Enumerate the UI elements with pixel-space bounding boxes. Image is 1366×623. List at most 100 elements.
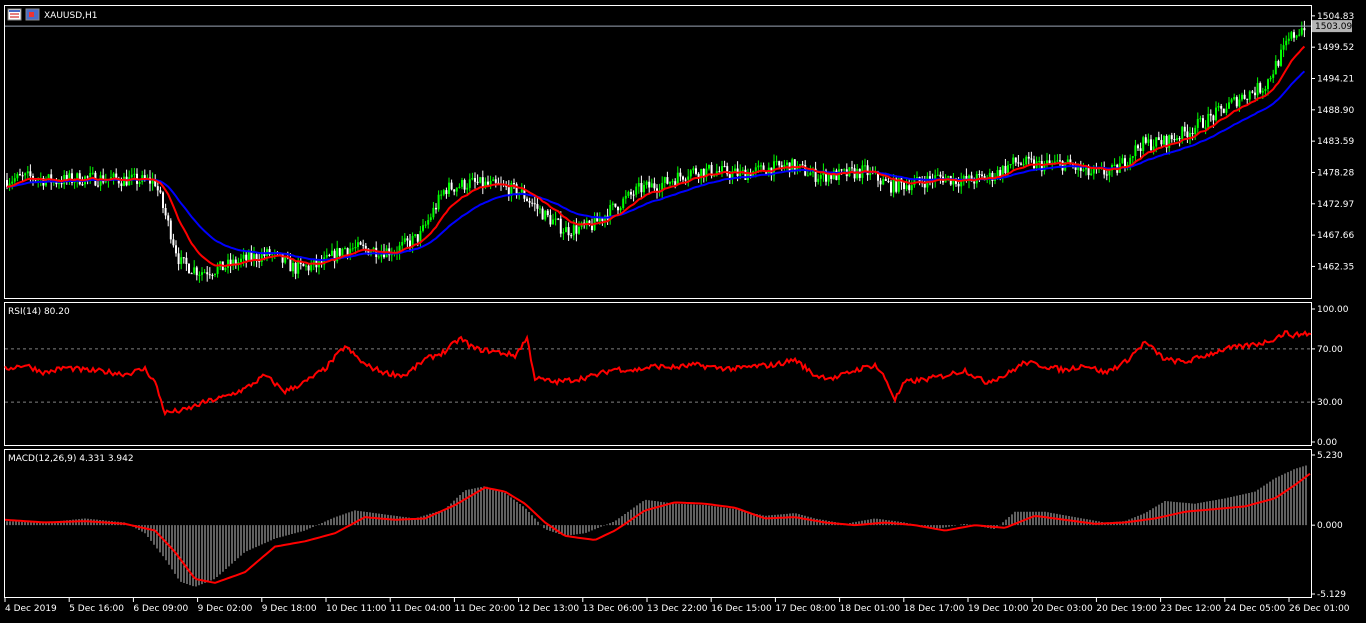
candle-body <box>206 272 209 275</box>
candle-body <box>466 187 469 190</box>
candle-body <box>799 164 801 166</box>
candle-body <box>284 257 287 263</box>
candle-body <box>474 178 476 182</box>
candle-body <box>354 246 357 249</box>
candle-body <box>1173 139 1176 141</box>
candle-body <box>999 170 1002 177</box>
candle-body <box>1209 113 1212 116</box>
candle-body <box>890 181 892 193</box>
time-tick-label: 18 Dec 17:00 <box>904 604 965 614</box>
candle-body <box>250 252 253 261</box>
candle-body <box>851 167 853 169</box>
candle-body <box>60 183 63 185</box>
macd-tick-label: 5.230 <box>1317 451 1343 461</box>
chart-window: XAUUSD,H1 1504.83 1499.52 1494.21 1488.90 14… <box>0 0 1366 620</box>
candle-body <box>1199 118 1202 120</box>
candle-body <box>1009 164 1012 166</box>
candle-body <box>1285 40 1288 46</box>
candle-body <box>297 261 300 274</box>
candle-body <box>1144 137 1147 143</box>
candle-body <box>1207 113 1210 128</box>
candle-body <box>177 253 180 265</box>
candle-body <box>760 165 762 167</box>
candle-body <box>1183 126 1186 132</box>
candle-body <box>338 248 341 256</box>
candle-body <box>1137 145 1139 149</box>
candle-body <box>666 177 669 184</box>
candle-body <box>26 171 29 174</box>
candle-body <box>598 218 601 222</box>
candle-body <box>513 183 515 185</box>
candle-body <box>882 179 885 185</box>
candle-body <box>414 234 417 236</box>
candle-body <box>695 168 697 174</box>
candle-body <box>1038 161 1041 163</box>
candle-body <box>650 183 653 188</box>
candle-body <box>648 181 651 188</box>
candle-body <box>1243 94 1246 99</box>
price-tick-label: 1467.66 <box>1317 231 1354 241</box>
rsi-tick-label: 0.00 <box>1317 438 1337 448</box>
candle-body <box>328 254 331 256</box>
time-tick-label: 11 Dec 04:00 <box>390 604 451 614</box>
candle-body <box>1014 157 1017 163</box>
candle-body <box>190 273 193 275</box>
candle-body <box>325 254 328 258</box>
candle-body <box>559 218 562 234</box>
candle-body <box>175 245 177 254</box>
time-tick-label: 10 Dec 11:00 <box>326 604 387 614</box>
candle-body <box>1241 94 1243 100</box>
candle-body <box>903 182 905 190</box>
candle-body <box>619 207 622 211</box>
candle-body <box>359 242 362 245</box>
candle-body <box>866 165 869 176</box>
candle-body <box>1046 160 1048 164</box>
candle-body <box>622 198 625 208</box>
candle-body <box>492 179 495 181</box>
candle-body <box>572 225 575 236</box>
candle-body <box>214 273 216 275</box>
candle-body <box>419 230 422 242</box>
candle-body <box>1004 165 1007 174</box>
candle-body <box>689 170 692 177</box>
time-tick-label: 20 Dec 19:00 <box>1096 604 1157 614</box>
candle-body <box>346 248 349 255</box>
candle-body <box>905 185 908 190</box>
candle-body <box>1287 38 1290 41</box>
chart-canvas[interactable]: XAUUSD,H1 1504.831499.521494.211488.9014… <box>0 0 1366 620</box>
candle-body <box>562 232 565 234</box>
candle-body <box>130 174 133 178</box>
candle-body <box>13 178 16 182</box>
candle-body <box>424 224 427 226</box>
candle-body <box>1186 131 1189 138</box>
candle-body <box>910 185 913 191</box>
candle-body <box>663 177 666 183</box>
time-tick-label: 19 Dec 10:00 <box>968 604 1029 614</box>
candle-body <box>19 174 21 176</box>
candle-body <box>310 264 313 271</box>
candle-body <box>437 194 440 210</box>
candle-body <box>718 171 721 173</box>
candle-body <box>687 176 690 180</box>
candle-body <box>1020 163 1022 165</box>
candle-body <box>416 234 419 242</box>
candle-body <box>1163 135 1165 145</box>
candle-body <box>169 220 172 240</box>
candle-body <box>172 239 175 246</box>
candle-body <box>806 175 809 177</box>
candle-body <box>112 173 115 178</box>
candle-body <box>1142 137 1145 151</box>
candle-body <box>448 182 450 194</box>
candle-body <box>653 183 656 189</box>
candle-body <box>344 248 346 250</box>
candle-body <box>973 181 976 184</box>
time-tick-label: 18 Dec 01:00 <box>840 604 901 614</box>
time-tick-label: 11 Dec 20:00 <box>454 604 515 614</box>
candle-body <box>1155 137 1158 147</box>
price-tick-label: 1472.97 <box>1317 200 1354 210</box>
candle-body <box>481 177 484 188</box>
candle-body <box>887 181 890 183</box>
candle-body <box>1139 148 1142 151</box>
candle-body <box>1217 105 1220 108</box>
candle-body <box>211 274 214 276</box>
